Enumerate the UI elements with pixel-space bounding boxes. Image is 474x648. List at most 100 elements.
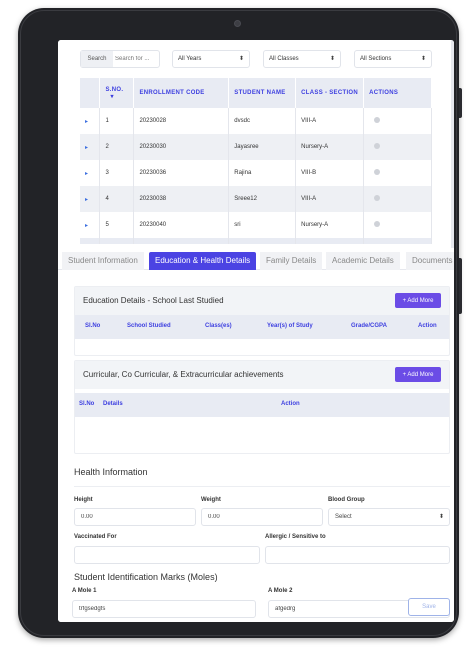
col-action: Action bbox=[281, 401, 300, 407]
table-row[interactable]: ▸ 4 20230038 Sreee12 VIII-A bbox=[80, 186, 432, 212]
chevron-updown-icon: ⬍ bbox=[438, 514, 444, 520]
search-box[interactable]: Search bbox=[80, 50, 160, 68]
add-achievement-button[interactable]: + Add More bbox=[395, 367, 441, 382]
action-icon[interactable] bbox=[374, 195, 381, 201]
expand-cell[interactable]: ▸ bbox=[80, 212, 101, 238]
mole1-label: A Mole 1 bbox=[72, 588, 97, 594]
sort-down-icon[interactable]: ▾ bbox=[105, 94, 113, 100]
screen: Search All Years ⬍ All Classes ⬍ All Sec… bbox=[58, 40, 454, 622]
header-actions: ACTIONS bbox=[363, 78, 432, 108]
cell-sno: 2 bbox=[99, 134, 135, 160]
expand-arrow-icon[interactable]: ▸ bbox=[85, 223, 88, 229]
education-header: Education Details - School Last Studied … bbox=[75, 287, 449, 315]
expand-arrow-icon[interactable]: ▸ bbox=[85, 119, 88, 125]
action-icon[interactable] bbox=[374, 117, 381, 123]
header-sno[interactable]: S.NO. ▾ bbox=[99, 78, 135, 108]
header-code[interactable]: ENROLLMENT CODE bbox=[133, 78, 230, 108]
camera-icon bbox=[234, 20, 241, 27]
tab-education-health[interactable]: Education & Health Details bbox=[149, 252, 257, 270]
tab-documents[interactable]: Documents bbox=[406, 252, 454, 270]
tab-academic-details[interactable]: Academic Details bbox=[326, 252, 400, 270]
mole1-field[interactable] bbox=[72, 600, 256, 618]
expand-cell[interactable]: ▸ bbox=[80, 134, 101, 160]
class-select[interactable]: All Classes ⬍ bbox=[263, 50, 341, 68]
action-icon[interactable] bbox=[374, 221, 381, 227]
education-title: Education Details - School Last Studied bbox=[83, 296, 224, 305]
cell-code: 20230038 bbox=[133, 186, 230, 212]
cell-actions bbox=[363, 212, 432, 238]
cell-code: 20230030 bbox=[133, 134, 230, 160]
volume-button bbox=[459, 88, 462, 118]
cell-name: Sreee12 bbox=[228, 186, 297, 212]
vaccinated-field[interactable] bbox=[74, 546, 260, 564]
expand-cell[interactable]: ▸ bbox=[80, 108, 101, 134]
blood-group-label: Blood Group bbox=[328, 497, 365, 503]
curricular-header: Curricular, Co Curricular, & Extracurric… bbox=[75, 361, 449, 389]
cell-name: Rajina bbox=[228, 160, 297, 186]
col-school: School Studied bbox=[127, 323, 171, 329]
allergic-field[interactable] bbox=[265, 546, 450, 564]
list-scrollbar[interactable] bbox=[451, 40, 454, 248]
cell-sno: 1 bbox=[99, 108, 135, 134]
table-row[interactable]: ▸ 2 20230030 Jayasree Nursery-A bbox=[80, 134, 432, 160]
curricular-title: Curricular, Co Curricular, & Extracurric… bbox=[83, 370, 284, 379]
cell-code: 20230040 bbox=[133, 212, 230, 238]
divider bbox=[74, 486, 450, 487]
cell-class: Nursery-A bbox=[295, 212, 365, 238]
expand-cell[interactable]: ▸ bbox=[80, 160, 101, 186]
mole2-label: A Mole 2 bbox=[268, 588, 293, 594]
section-select[interactable]: All Sections ⬍ bbox=[354, 50, 432, 68]
cell-actions bbox=[363, 108, 432, 134]
students-table: S.NO. ▾ ENROLLMENT CODE STUDENT NAME CLAS… bbox=[80, 78, 432, 244]
education-table-header: Sl.No School Studied Class(es) Year(s) o… bbox=[75, 315, 449, 339]
cell-class: VIII-A bbox=[295, 186, 365, 212]
cell-code: 20230036 bbox=[133, 160, 230, 186]
header-name[interactable]: STUDENT NAME bbox=[228, 78, 297, 108]
expand-arrow-icon[interactable]: ▸ bbox=[85, 145, 88, 151]
chevron-updown-icon: ⬍ bbox=[238, 56, 244, 62]
save-button[interactable]: Save bbox=[408, 598, 450, 616]
add-education-button[interactable]: + Add More bbox=[395, 293, 441, 308]
col-years: Year(s) of Study bbox=[267, 323, 313, 329]
action-icon[interactable] bbox=[374, 143, 381, 149]
tablet-frame: Search All Years ⬍ All Classes ⬍ All Sec… bbox=[18, 8, 462, 638]
chevron-updown-icon: ⬍ bbox=[329, 56, 335, 62]
cell-name: dvsdc bbox=[228, 108, 297, 134]
table-row-partial bbox=[80, 238, 432, 244]
height-field[interactable] bbox=[74, 508, 196, 526]
curricular-table-header: Sl.No Details Action bbox=[75, 393, 449, 417]
table-header-row: S.NO. ▾ ENROLLMENT CODE STUDENT NAME CLAS… bbox=[80, 78, 432, 108]
search-input[interactable] bbox=[115, 51, 159, 67]
power-button bbox=[459, 258, 462, 314]
expand-arrow-icon[interactable]: ▸ bbox=[85, 171, 88, 177]
header-expand bbox=[80, 78, 101, 108]
table-row[interactable]: ▸ 1 20230028 dvsdc VIII-A bbox=[80, 108, 432, 134]
cell-sno: 5 bbox=[99, 212, 135, 238]
weight-label: Weight bbox=[201, 497, 221, 503]
cell-class: VIII-A bbox=[295, 108, 365, 134]
table-row[interactable]: ▸ 5 20230040 sri Nursery-A bbox=[80, 212, 432, 238]
tab-student-information[interactable]: Student Information bbox=[62, 252, 144, 270]
year-select[interactable]: All Years ⬍ bbox=[172, 50, 250, 68]
tab-family-details[interactable]: Family Details bbox=[260, 252, 323, 270]
action-icon[interactable] bbox=[374, 169, 381, 175]
table-row[interactable]: ▸ 3 20230036 Rajina VIII-B bbox=[80, 160, 432, 186]
expand-cell[interactable]: ▸ bbox=[80, 186, 101, 212]
cell-actions bbox=[363, 186, 432, 212]
header-sno-label: S.NO. bbox=[105, 86, 124, 93]
weight-field[interactable] bbox=[201, 508, 323, 526]
col-details: Details bbox=[103, 401, 123, 407]
cell-name: sri bbox=[228, 212, 297, 238]
header-class[interactable]: CLASS - SECTION bbox=[295, 78, 365, 108]
health-title: Health Information bbox=[74, 467, 148, 477]
education-details-section: Education Details - School Last Studied … bbox=[74, 286, 450, 356]
moles-title: Student Identification Marks (Moles) bbox=[74, 572, 218, 582]
height-label: Height bbox=[74, 497, 93, 503]
student-list-card: Search All Years ⬍ All Classes ⬍ All Sec… bbox=[58, 40, 454, 248]
detail-tabs: Student Information Education & Health D… bbox=[58, 248, 454, 270]
blood-group-select[interactable]: Select ⬍ bbox=[328, 508, 450, 526]
cell-actions bbox=[363, 134, 432, 160]
col-action: Action bbox=[418, 323, 437, 329]
cell-class: VIII-B bbox=[295, 160, 365, 186]
expand-arrow-icon[interactable]: ▸ bbox=[85, 197, 88, 203]
